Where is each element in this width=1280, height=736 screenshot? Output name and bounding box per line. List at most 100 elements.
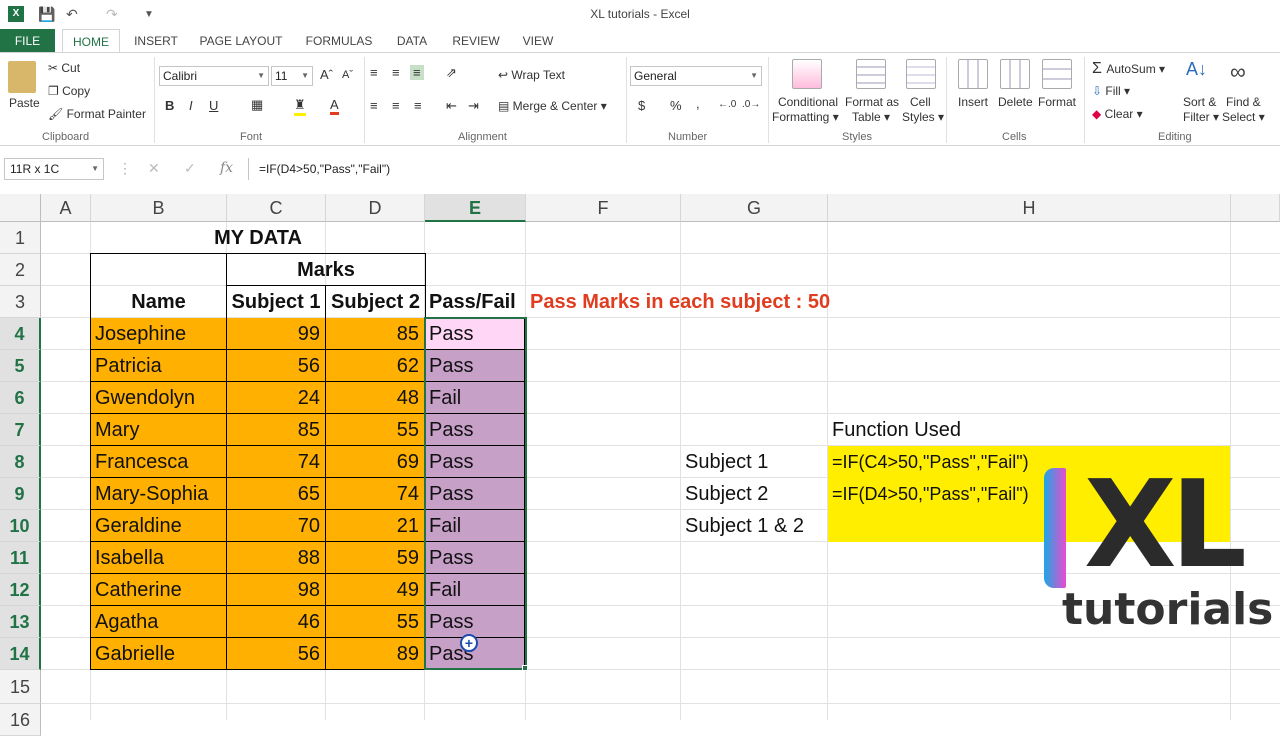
passfail-cell[interactable]: Pass [425, 446, 525, 478]
name-cell[interactable]: Gabrielle [90, 638, 227, 670]
passfail-cell[interactable]: Pass [425, 542, 525, 574]
format-cells-button[interactable]: Format [1038, 95, 1076, 109]
row-header[interactable]: 3 [0, 286, 41, 318]
column-header-b[interactable]: B [91, 194, 227, 222]
fill-color-icon[interactable]: ♜ [294, 97, 306, 116]
sort-filter-icon[interactable]: A↓ [1186, 59, 1216, 89]
subject2-cell[interactable]: 55 [326, 606, 425, 638]
conditional-formatting-icon[interactable] [792, 59, 822, 89]
subject1-cell[interactable]: 56 [227, 350, 326, 382]
subject1-cell[interactable]: 88 [227, 542, 326, 574]
underline-button[interactable]: U [209, 98, 218, 113]
row-header[interactable]: 2 [0, 254, 41, 286]
paste-icon[interactable] [8, 61, 36, 93]
cell-styles-button[interactable]: Cell [910, 95, 931, 109]
merge-center-button[interactable]: ▤ Merge & Center ▾ [498, 99, 607, 113]
font-color-icon[interactable]: A [330, 97, 339, 115]
fill-button[interactable]: ⇩ Fill ▾ [1092, 84, 1130, 98]
row-header[interactable]: 12 [0, 574, 41, 606]
tab-home[interactable]: HOME [62, 29, 120, 53]
conditional-formatting-button[interactable]: Conditional [776, 95, 840, 109]
subject1-cell[interactable]: 65 [227, 478, 326, 510]
subject1-cell[interactable]: 46 [227, 606, 326, 638]
italic-button[interactable]: I [189, 98, 193, 113]
name-cell[interactable]: Francesca [90, 446, 227, 478]
paste-button[interactable]: Paste [9, 96, 40, 110]
row-header[interactable]: 6 [0, 382, 41, 414]
passfail-cell[interactable]: Pass [425, 350, 525, 382]
align-middle-icon[interactable]: ≡ [392, 65, 400, 80]
copy-button[interactable]: ❐ Copy [48, 84, 90, 98]
font-size-combo[interactable]: 11 ▼ [271, 66, 313, 86]
subject2-cell[interactable]: 55 [326, 414, 425, 446]
format-cells-icon[interactable] [1042, 59, 1072, 89]
row-header[interactable]: 8 [0, 446, 41, 478]
format-as-table-button[interactable]: Format as [845, 95, 899, 109]
delete-cells-button[interactable]: Delete [998, 95, 1033, 109]
column-header-c[interactable]: C [227, 194, 326, 222]
decrease-indent-icon[interactable]: ⇤ [446, 98, 457, 114]
subject1-cell[interactable]: 99 [227, 318, 326, 350]
name-cell[interactable]: Isabella [90, 542, 227, 574]
column-header-d[interactable]: D [326, 194, 425, 222]
name-cell[interactable]: Catherine [90, 574, 227, 606]
borders-icon[interactable]: ▦ [251, 97, 263, 113]
insert-cells-icon[interactable] [958, 59, 988, 89]
subject1-cell[interactable]: 24 [227, 382, 326, 414]
shrink-font-icon[interactable]: Aˇ [342, 69, 353, 81]
row-header[interactable]: 10 [0, 510, 41, 542]
passfail-cell[interactable]: Pass [425, 606, 525, 638]
increase-indent-icon[interactable]: ⇥ [468, 98, 479, 114]
subject1-cell[interactable]: 74 [227, 446, 326, 478]
row-header[interactable]: 13 [0, 606, 41, 638]
align-left-icon[interactable]: ≡ [370, 98, 378, 113]
row-header[interactable]: 9 [0, 478, 41, 510]
passfail-cell[interactable]: Pass [425, 414, 525, 446]
subject2-cell[interactable]: 74 [326, 478, 425, 510]
wrap-text-button[interactable]: ↩ Wrap Text [498, 68, 565, 82]
column-header-f[interactable]: F [526, 194, 681, 222]
formula-input[interactable]: =IF(D4>50,"Pass","Fail") [248, 158, 1278, 180]
enter-icon[interactable]: ✓ [184, 160, 196, 177]
passfail-cell[interactable]: Fail [425, 510, 525, 542]
binoculars-icon[interactable]: ∞ [1230, 59, 1260, 89]
row-header[interactable]: 1 [0, 222, 41, 254]
name-cell[interactable]: Gwendolyn [90, 382, 227, 414]
align-bottom-icon[interactable]: ≡ [410, 65, 424, 80]
delete-cells-icon[interactable] [1000, 59, 1030, 89]
align-top-icon[interactable]: ≡ [370, 65, 378, 80]
passfail-cell[interactable]: Pass [425, 478, 525, 510]
tab-view[interactable]: VIEW [516, 29, 560, 53]
font-name-combo[interactable]: Calibri ▼ [159, 66, 269, 86]
cell-styles-icon[interactable] [906, 59, 936, 89]
tab-data[interactable]: DATA [390, 29, 434, 53]
percent-button[interactable]: % [670, 98, 682, 113]
passfail-cell[interactable]: Fail [425, 574, 525, 606]
subject1-cell[interactable]: 70 [227, 510, 326, 542]
tab-page-layout[interactable]: PAGE LAYOUT [196, 29, 286, 53]
subject1-cell[interactable]: 85 [227, 414, 326, 446]
name-cell[interactable]: Agatha [90, 606, 227, 638]
align-center-icon[interactable]: ≡ [392, 98, 400, 113]
row-header[interactable]: 14 [0, 638, 41, 670]
autosum-button[interactable]: Σ AutoSum ▾ [1092, 60, 1165, 78]
name-cell[interactable]: Mary [90, 414, 227, 446]
name-box[interactable]: 11R x 1C ▼ [4, 158, 104, 180]
subject2-cell[interactable]: 48 [326, 382, 425, 414]
number-format-combo[interactable]: General ▼ [630, 66, 762, 86]
cut-button[interactable]: ✂ Cut [48, 61, 80, 75]
name-cell[interactable]: Josephine [90, 318, 227, 350]
column-header-h[interactable]: H [828, 194, 1231, 222]
subject2-cell[interactable]: 69 [326, 446, 425, 478]
passfail-cell[interactable]: Pass [425, 318, 525, 350]
name-cell[interactable]: Geraldine [90, 510, 227, 542]
insert-function-icon[interactable]: fx [220, 160, 233, 176]
grow-font-icon[interactable]: Aˆ [320, 67, 333, 82]
subject2-cell[interactable]: 49 [326, 574, 425, 606]
bold-button[interactable]: B [165, 98, 174, 113]
cancel-icon[interactable]: ✕ [148, 160, 160, 177]
increase-decimal-icon[interactable]: ←.0 [718, 99, 736, 110]
subject1-cell[interactable]: 56 [227, 638, 326, 670]
comma-button[interactable]: , [696, 96, 700, 111]
decrease-decimal-icon[interactable]: .0→ [742, 99, 760, 110]
